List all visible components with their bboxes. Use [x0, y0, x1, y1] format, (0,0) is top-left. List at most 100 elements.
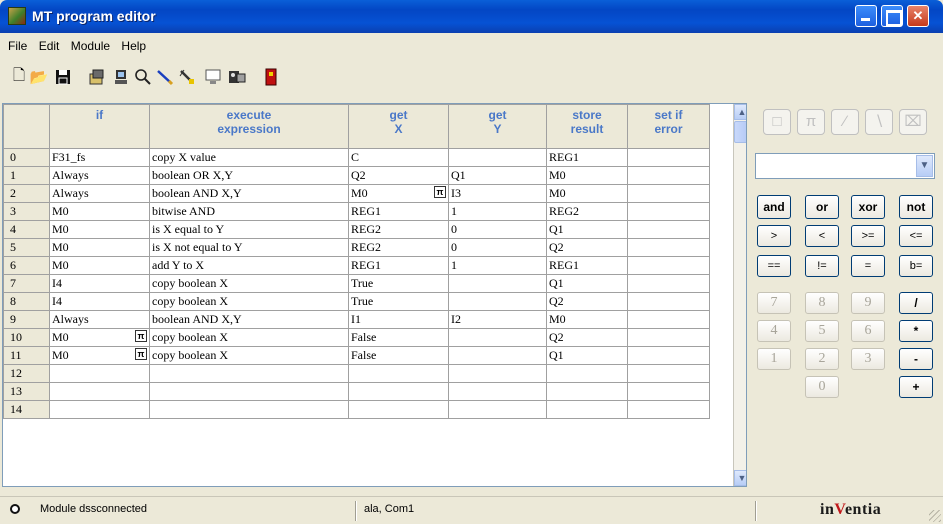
operator-button[interactable]: not: [899, 195, 933, 219]
app-icon[interactable]: [8, 7, 26, 25]
set-if-error-cell[interactable]: [627, 382, 710, 401]
operator-button[interactable]: xor: [851, 195, 885, 219]
expression-cell[interactable]: [149, 382, 349, 401]
digit-button[interactable]: 4: [757, 320, 791, 342]
store-result-cell[interactable]: Q1: [546, 220, 628, 239]
get-y-cell[interactable]: 1: [448, 256, 547, 275]
store-result-cell[interactable]: Q1: [546, 346, 628, 365]
set-if-error-cell[interactable]: [627, 148, 710, 167]
if-cell[interactable]: I4: [49, 292, 150, 311]
operator-button[interactable]: +: [899, 376, 933, 398]
if-cell[interactable]: M0 π: [49, 346, 150, 365]
if-cell[interactable]: I4: [49, 274, 150, 293]
maximize-button[interactable]: [881, 5, 903, 27]
row-number-cell[interactable]: 11: [3, 346, 50, 365]
get-y-cell[interactable]: [448, 274, 547, 293]
table-row[interactable]: 0 F31_fs copy X value C REG1: [3, 148, 710, 167]
pi-shape-icon[interactable]: π: [797, 109, 825, 135]
operator-button[interactable]: <=: [899, 225, 933, 247]
menu-help[interactable]: Help: [117, 34, 150, 53]
close-button[interactable]: ✕: [907, 5, 929, 27]
digit-button[interactable]: 3: [851, 348, 885, 370]
set-if-error-cell[interactable]: [627, 292, 710, 311]
store-result-cell[interactable]: Q2: [546, 328, 628, 347]
expression-cell[interactable]: copy X value: [149, 148, 349, 167]
expression-cell[interactable]: is X equal to Y: [149, 220, 349, 239]
digit-button[interactable]: 5: [805, 320, 839, 342]
get-x-cell[interactable]: [348, 382, 449, 401]
set-if-error-cell[interactable]: [627, 310, 710, 329]
store-result-cell[interactable]: M0: [546, 166, 628, 185]
store-result-cell[interactable]: [546, 400, 628, 419]
if-cell[interactable]: [49, 400, 150, 419]
wand-icon[interactable]: [176, 66, 198, 88]
operator-button[interactable]: or: [805, 195, 839, 219]
column-header[interactable]: set if error: [627, 104, 710, 149]
expression-cell[interactable]: boolean OR X,Y: [149, 166, 349, 185]
digit-button[interactable]: 7: [757, 292, 791, 314]
store-result-cell[interactable]: [546, 382, 628, 401]
get-x-cell[interactable]: REG1: [348, 256, 449, 275]
get-y-cell[interactable]: [448, 328, 547, 347]
if-cell[interactable]: M0: [49, 256, 150, 275]
table-row[interactable]: 3 M0 bitwise AND REG1 1 REG2: [3, 202, 710, 221]
operator-button[interactable]: ==: [757, 255, 791, 277]
table-row[interactable]: 4 M0 is X equal to Y REG2 0 Q1: [3, 220, 710, 239]
get-y-cell[interactable]: 0: [448, 238, 547, 257]
get-y-cell[interactable]: [448, 148, 547, 167]
resize-grip[interactable]: [929, 510, 941, 522]
table-row[interactable]: 2 Always boolean AND X,Y M0 π I3 M0: [3, 184, 710, 203]
get-x-cell[interactable]: I1: [348, 310, 449, 329]
scroll-thumb[interactable]: [734, 121, 746, 143]
row-number-cell[interactable]: 12: [3, 364, 50, 383]
minimize-button[interactable]: [855, 5, 877, 27]
get-y-cell[interactable]: I3: [448, 184, 547, 203]
stop-icon[interactable]: [260, 66, 282, 88]
search-icon[interactable]: [132, 66, 154, 88]
digit-button[interactable]: 2: [805, 348, 839, 370]
if-cell[interactable]: Always: [49, 184, 150, 203]
get-y-cell[interactable]: [448, 292, 547, 311]
get-y-cell[interactable]: I2: [448, 310, 547, 329]
get-y-cell[interactable]: [448, 382, 547, 401]
menu-file[interactable]: File: [4, 34, 31, 53]
store-result-cell[interactable]: REG1: [546, 256, 628, 275]
table-row[interactable]: 14: [3, 400, 710, 419]
operator-button[interactable]: =: [851, 255, 885, 277]
if-cell[interactable]: Always: [49, 166, 150, 185]
store-result-cell[interactable]: REG1: [546, 148, 628, 167]
monitor-icon[interactable]: [202, 66, 224, 88]
if-cell[interactable]: M0 π: [49, 328, 150, 347]
scroll-down-button[interactable]: ▼: [734, 470, 746, 486]
operator-button[interactable]: !=: [805, 255, 839, 277]
digit-button[interactable]: 0: [805, 376, 839, 398]
digit-button[interactable]: 6: [851, 320, 885, 342]
expression-cell[interactable]: copy boolean X: [149, 292, 349, 311]
expression-cell[interactable]: copy boolean X: [149, 328, 349, 347]
operator-button[interactable]: -: [899, 348, 933, 370]
upload-icon[interactable]: [86, 66, 108, 88]
if-cell[interactable]: [49, 382, 150, 401]
operator-button[interactable]: /: [899, 292, 933, 314]
get-y-cell[interactable]: [448, 346, 547, 365]
row-number-cell[interactable]: 9: [3, 310, 50, 329]
get-y-cell[interactable]: 0: [448, 220, 547, 239]
new-file-icon[interactable]: 🗋: [8, 66, 30, 88]
expression-cell[interactable]: copy boolean X: [149, 274, 349, 293]
row-number-cell[interactable]: 0: [3, 148, 50, 167]
pencil-icon[interactable]: [154, 66, 176, 88]
set-if-error-cell[interactable]: [627, 256, 710, 275]
set-if-error-cell[interactable]: [627, 274, 710, 293]
operator-button[interactable]: b=: [899, 255, 933, 277]
get-x-cell[interactable]: False: [348, 328, 449, 347]
table-row[interactable]: 12: [3, 364, 710, 383]
row-number-cell[interactable]: 10: [3, 328, 50, 347]
set-if-error-cell[interactable]: [627, 184, 710, 203]
if-cell[interactable]: M0: [49, 202, 150, 221]
menu-edit[interactable]: Edit: [35, 34, 64, 53]
expression-cell[interactable]: is X not equal to Y: [149, 238, 349, 257]
table-row[interactable]: 13: [3, 382, 710, 401]
save-icon[interactable]: [52, 66, 74, 88]
set-if-error-cell[interactable]: [627, 202, 710, 221]
get-y-cell[interactable]: 1: [448, 202, 547, 221]
